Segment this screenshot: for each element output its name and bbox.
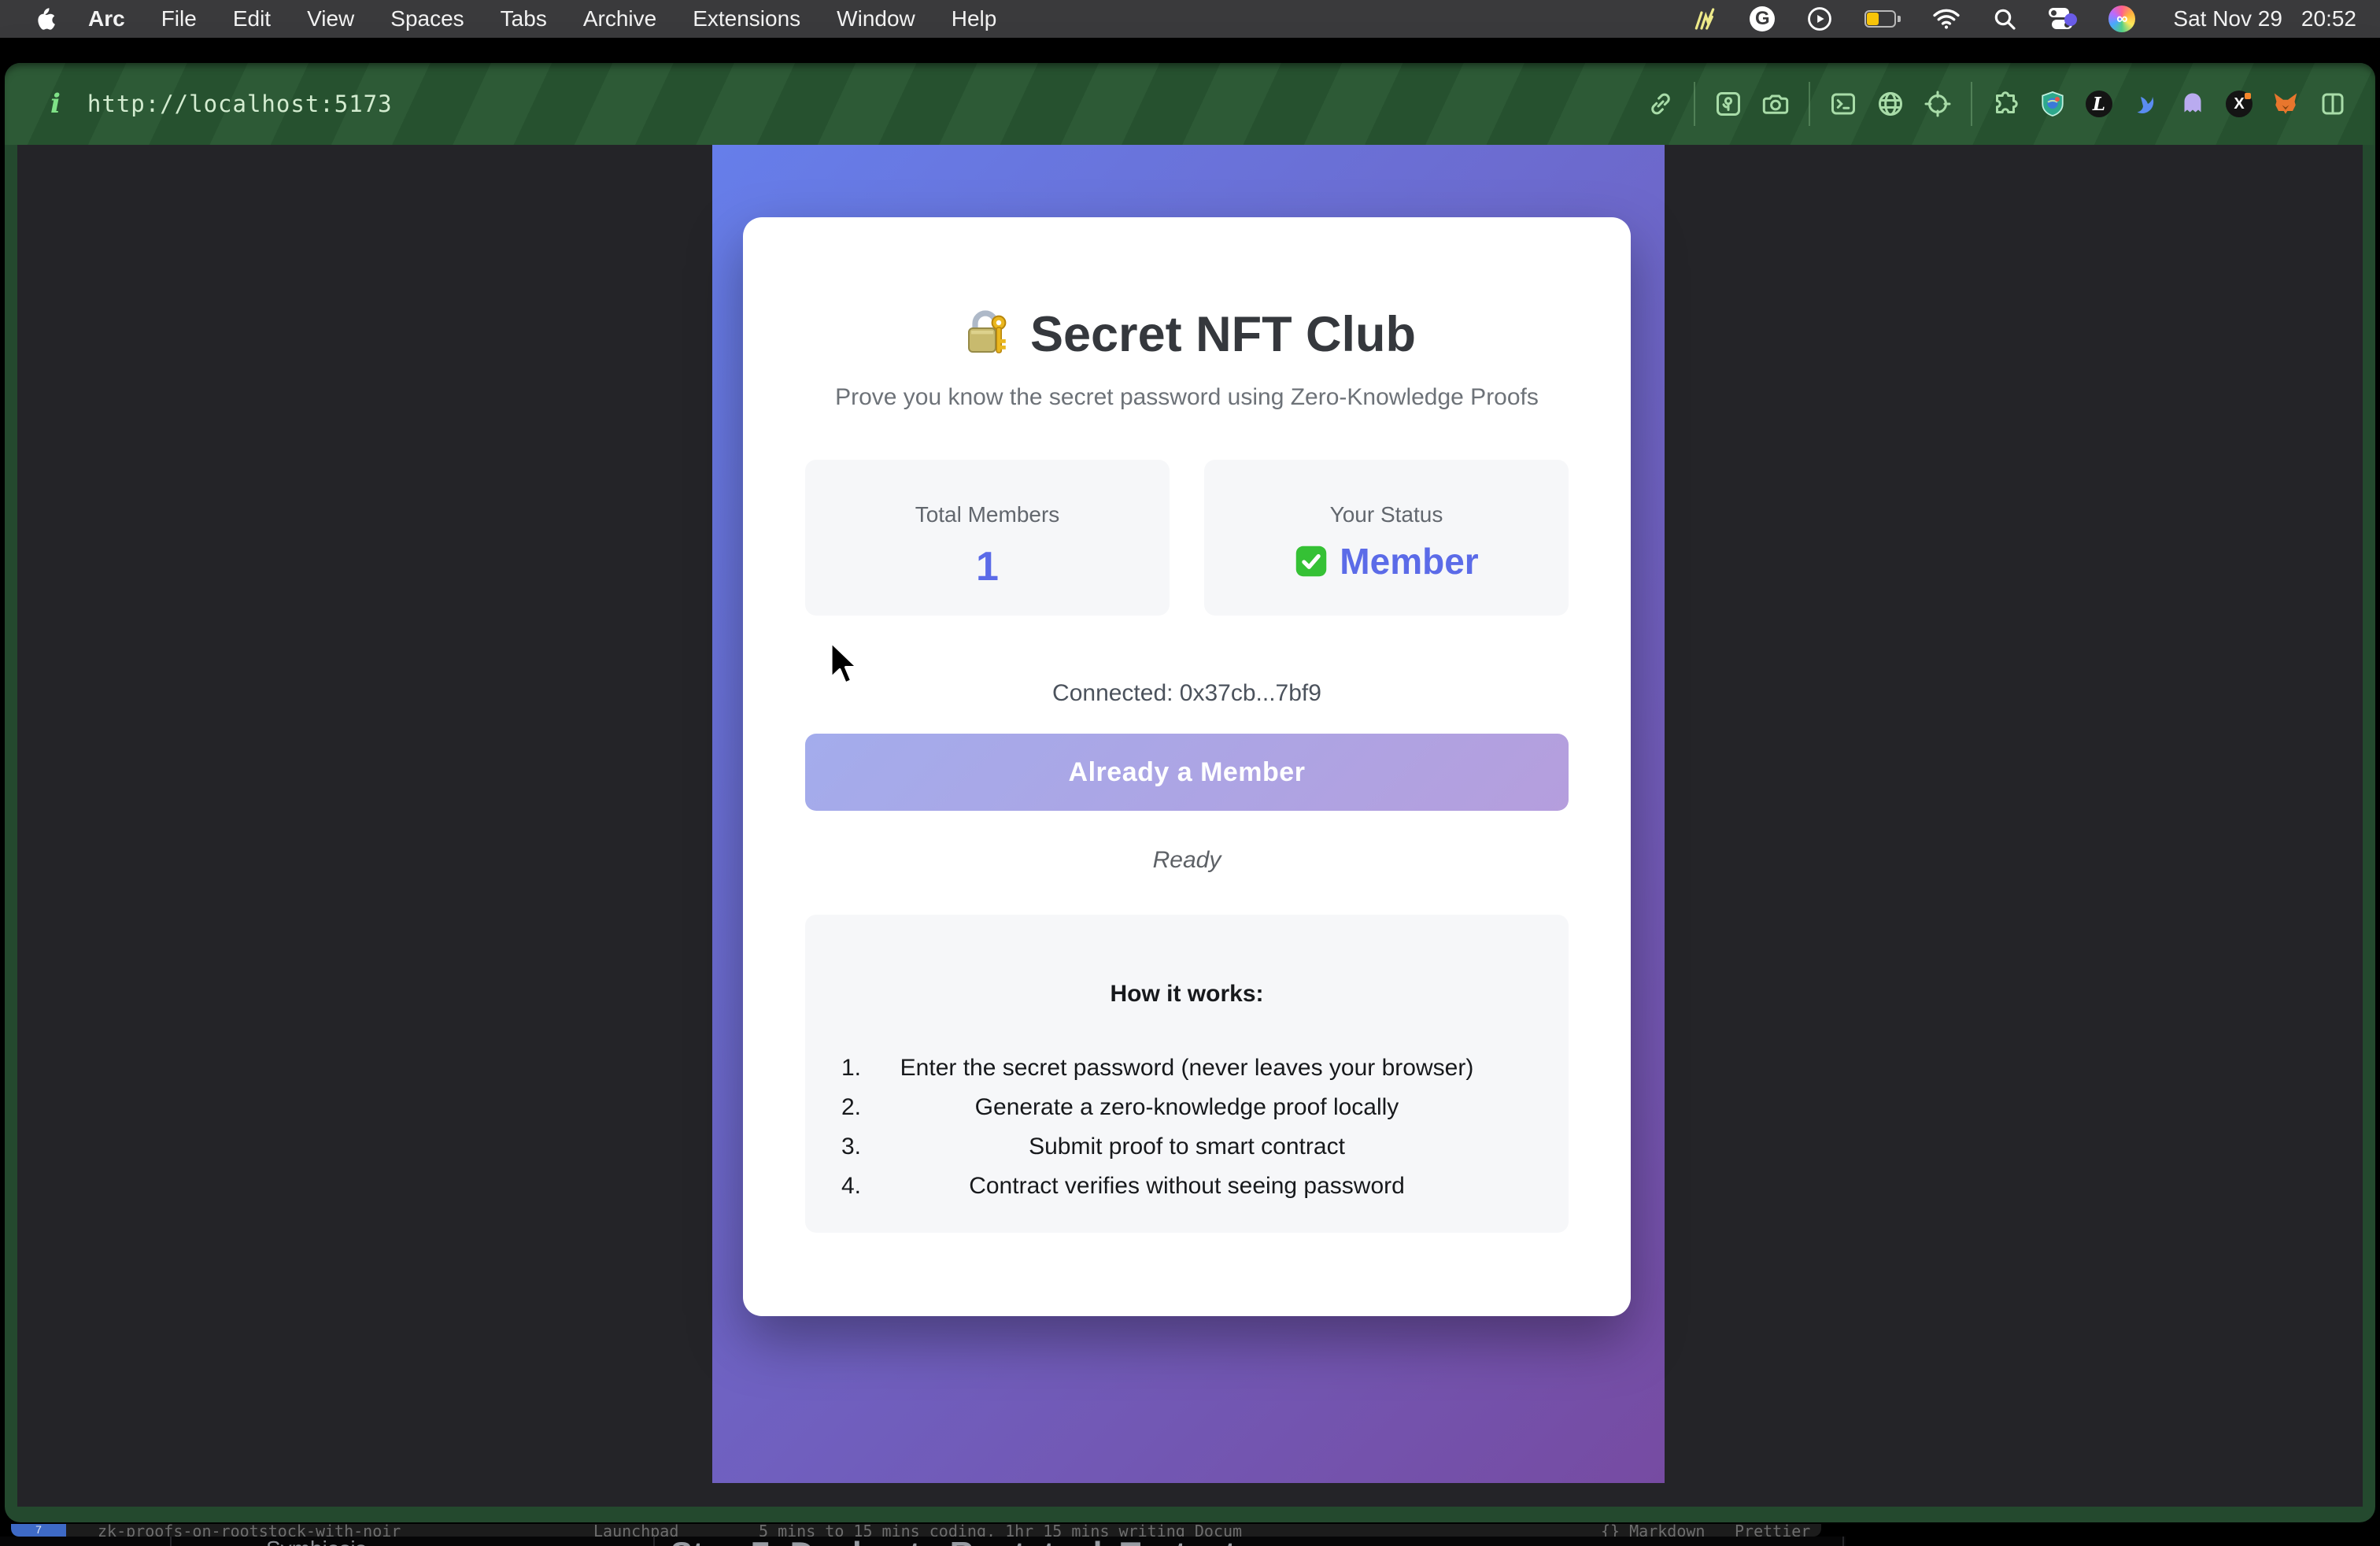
lock-emoji-icon — [958, 306, 1014, 363]
toolbar-divider — [1809, 82, 1810, 126]
clock-date: Sat Nov 29 — [2173, 6, 2282, 31]
play-circle-icon[interactable] — [1806, 6, 1833, 32]
mouse-cursor — [829, 640, 862, 689]
browser-toolbar: i http://localhost:5173 — [5, 63, 2375, 145]
git-branch-label[interactable]: zk-proofs-on-rootstock-with-noir — [98, 1524, 401, 1537]
toolbar-divider — [1694, 82, 1695, 126]
list-item: 2. Generate a zero-knowledge proof local… — [805, 1088, 1569, 1127]
connected-address: Connected: 0x37cb...7bf9 — [805, 680, 1569, 707]
colorful-ring-icon[interactable]: ∞ — [2108, 6, 2135, 32]
menu-extensions[interactable]: Extensions — [693, 6, 800, 31]
list-item: 4. Contract verifies without seeing pass… — [805, 1167, 1569, 1206]
menu-arc[interactable]: Arc — [88, 6, 125, 31]
already-a-member-button[interactable]: Already a Member — [805, 734, 1569, 811]
page-subtitle: Prove you know the secret password using… — [805, 384, 1569, 411]
list-item: 1. Enter the secret password (never leav… — [805, 1049, 1569, 1088]
how-it-works-heading: How it works: — [805, 981, 1569, 1008]
vscode-statusbar-sliver: 7 zk-proofs-on-rootstock-with-noir Launc… — [11, 1524, 1821, 1537]
metamask-fox-icon[interactable] — [2271, 90, 2300, 118]
status-text: Ready — [805, 847, 1569, 874]
stocks-chart-icon[interactable] — [1691, 6, 1718, 31]
blue-bird-icon[interactable] — [2131, 90, 2160, 118]
script-l-icon[interactable]: L — [2086, 91, 2112, 117]
your-status-label: Your Status — [1204, 502, 1569, 527]
table-divider — [653, 1537, 655, 1546]
menu-window[interactable]: Window — [837, 6, 915, 31]
clock-time: 20:52 — [2301, 6, 2356, 31]
statusbar-note: Launchpad — [593, 1524, 678, 1537]
check-mark-icon — [1294, 544, 1329, 579]
grammarly-icon[interactable]: G — [1750, 6, 1775, 31]
list-item: 3. Submit proof to smart contract — [805, 1127, 1569, 1167]
shield-globe-icon[interactable] — [2038, 90, 2067, 118]
wifi-icon[interactable] — [1932, 8, 1961, 30]
crosshair-icon[interactable] — [1924, 90, 1952, 118]
control-center-icon[interactable] — [2049, 7, 2077, 31]
site-info-icon[interactable]: i — [50, 88, 61, 120]
menu-spaces[interactable]: Spaces — [390, 6, 464, 31]
x-circle-icon[interactable]: X — [2226, 91, 2252, 117]
apple-menu-icon[interactable] — [36, 6, 58, 32]
table-divider — [170, 1537, 172, 1546]
link-icon[interactable] — [1646, 90, 1675, 118]
menu-edit[interactable]: Edit — [233, 6, 271, 31]
secret-nft-club-card: Secret NFT Club Prove you know the secre… — [743, 217, 1631, 1316]
menu-view[interactable]: View — [307, 6, 354, 31]
your-status-box: Your Status Member — [1204, 460, 1569, 616]
doc-heading: Step 7: Deploy to Rootstock Testnet — [671, 1537, 1236, 1546]
menu-archive[interactable]: Archive — [583, 6, 656, 31]
page-title-text: Secret NFT Club — [1030, 305, 1416, 364]
table-divider — [1842, 1537, 1844, 1546]
toolbar-divider — [1971, 82, 1972, 126]
background-document-sliver: Symbiosis Step 7: Deploy to Rootstock Te… — [0, 1537, 1846, 1546]
media-flower-icon[interactable] — [1714, 90, 1743, 118]
address-bar[interactable]: http://localhost:5173 — [87, 91, 393, 117]
stats-row: Total Members 1 Your Status Member — [805, 460, 1569, 616]
ghost-icon[interactable] — [2179, 90, 2207, 118]
camera-icon[interactable] — [1761, 90, 1790, 118]
total-members-value: 1 — [805, 543, 1170, 590]
how-it-works-box: How it works: 1. Enter the secret passwo… — [805, 915, 1569, 1233]
menubar-clock[interactable]: Sat Nov 29 20:52 — [2173, 6, 2356, 31]
spotlight-search-icon[interactable] — [1992, 6, 2017, 31]
menu-help[interactable]: Help — [952, 6, 997, 31]
total-members-label: Total Members — [805, 502, 1170, 527]
arc-browser-window: i http://localhost:5173 — [5, 63, 2375, 1522]
menu-file[interactable]: File — [161, 6, 197, 31]
browser-viewport: Secret NFT Club Prove you know the secre… — [17, 145, 2363, 1507]
your-status-value: Member — [1340, 540, 1478, 583]
page-title: Secret NFT Club — [805, 305, 1569, 364]
language-mode-label: {} Markdown — [1601, 1524, 1705, 1537]
split-view-icon[interactable] — [2319, 90, 2347, 118]
statusbar-timing: 5 mins to 15 mins coding, 1hr 15 mins wr… — [759, 1524, 1242, 1537]
how-it-works-list: 1. Enter the secret password (never leav… — [805, 1049, 1569, 1206]
terminal-icon[interactable] — [1829, 90, 1857, 118]
menu-tabs[interactable]: Tabs — [501, 6, 547, 31]
battery-icon[interactable] — [1864, 10, 1901, 28]
total-members-box: Total Members 1 — [805, 460, 1170, 616]
doc-cell-label: Symbiosis — [266, 1537, 367, 1546]
globe-icon[interactable] — [1876, 90, 1905, 118]
puzzle-extensions-icon[interactable] — [1991, 90, 2020, 118]
formatter-label: Prettier — [1735, 1524, 1810, 1537]
vscode-remote-badge[interactable]: 7 — [11, 1524, 66, 1537]
macos-menubar: Arc File Edit View Spaces Tabs Archive E… — [0, 0, 2380, 38]
